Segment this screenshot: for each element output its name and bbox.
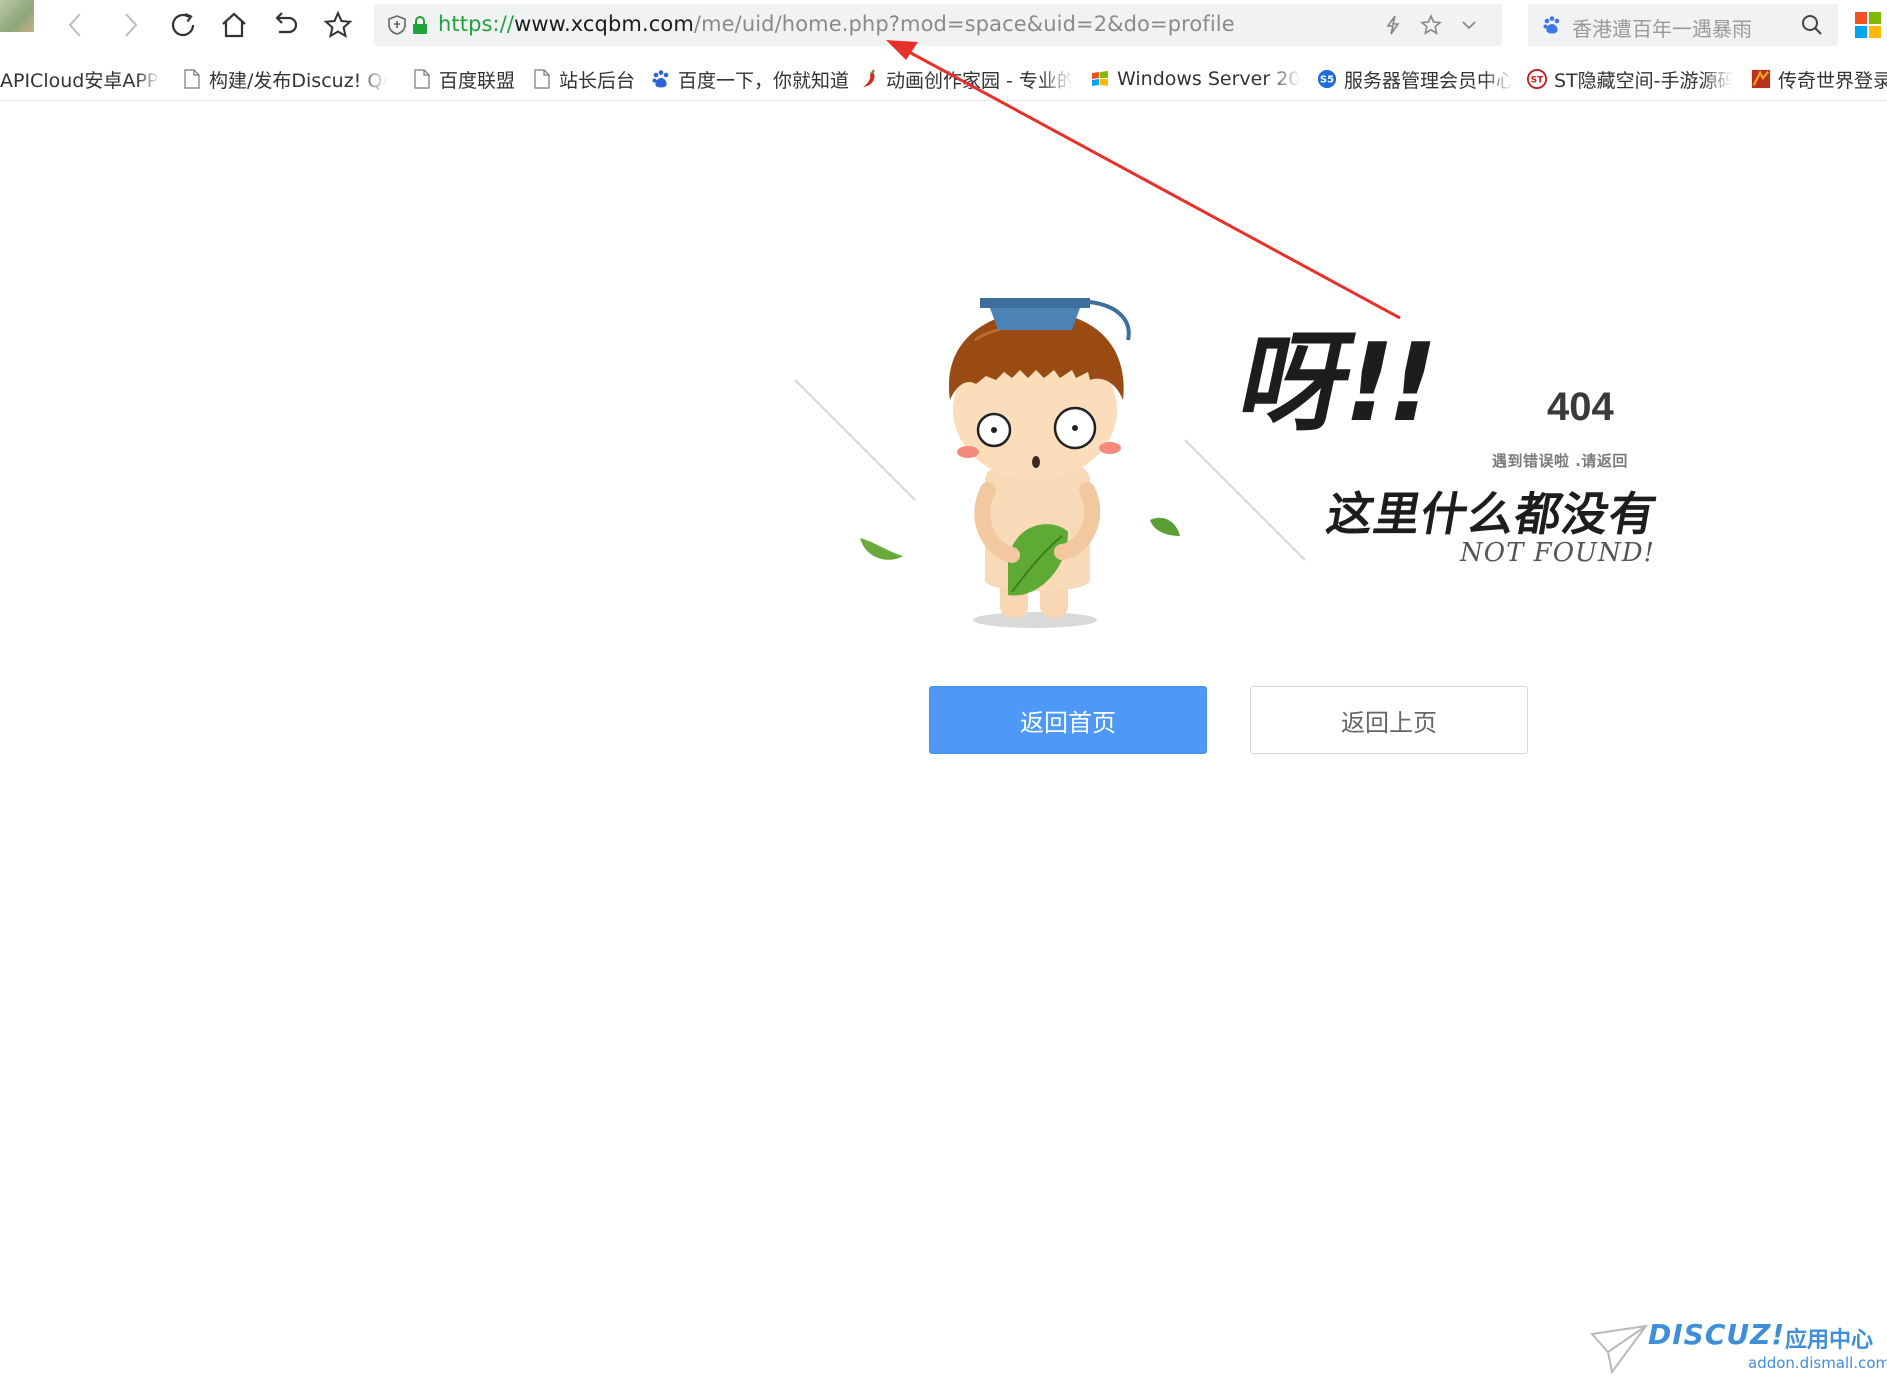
profile-avatar[interactable] [0, 0, 34, 32]
s5-icon: S5 [1317, 68, 1337, 90]
url-text[interactable]: https://www.xcqbm.com/me/uid/home.php?mo… [438, 12, 1235, 36]
shield-icon[interactable] [386, 14, 408, 36]
url-scheme: https:// [438, 12, 515, 36]
svg-text:ST: ST [1531, 76, 1545, 86]
reload-icon[interactable] [163, 5, 203, 45]
bookmark-item[interactable]: 百度一下，你就知道 [651, 65, 851, 93]
back-to-home-button[interactable]: 返回首页 [929, 686, 1207, 754]
page-icon [532, 68, 552, 90]
legend-icon [1751, 68, 1771, 90]
lock-icon [413, 16, 427, 34]
back-to-previous-button[interactable]: 返回上页 [1250, 686, 1528, 754]
error-illustration: 呀!! 404 遇到错误啦 .请返回 这里什么都没有 NOT FOUND! [790, 280, 1661, 630]
bookmark-item[interactable]: Windows Server 200 [1090, 65, 1300, 93]
search-box[interactable]: 香港遭百年一遇暴雨 [1528, 4, 1838, 46]
search-icon[interactable] [1800, 13, 1824, 37]
bookmark-item[interactable]: S5 服务器管理会员中心 [1317, 65, 1513, 93]
headline-exclamation: 呀!! [1228, 321, 1444, 446]
bookmark-star-icon[interactable] [1420, 14, 1442, 36]
bookmark-item[interactable]: 动画创作家园 - 专业的 [859, 65, 1073, 93]
page-icon [182, 68, 202, 90]
error-subtitle: 遇到错误啦 .请返回 [1492, 452, 1628, 470]
favorite-star-icon[interactable] [318, 5, 358, 45]
bookmark-label: 传奇世界登录 [1778, 69, 1887, 92]
bookmark-label: 服务器管理会员中心 [1344, 69, 1513, 92]
home-icon[interactable] [214, 5, 254, 45]
bookmark-label: ST隐藏空间-手游源码 [1554, 69, 1733, 92]
page-icon [412, 68, 432, 90]
bookmark-item[interactable]: 构建/发布Discuz! Q小 [182, 65, 388, 93]
lightning-icon[interactable] [1382, 14, 1404, 36]
svg-text:S5: S5 [1320, 75, 1334, 86]
url-path: /me/uid/home.php?mod=space&uid=2&do=prof… [693, 12, 1235, 36]
bookmark-item[interactable]: 站长后台 [532, 65, 642, 93]
chevron-down-icon[interactable] [1458, 14, 1480, 36]
bookmark-label: 动画创作家园 - 专业的 [886, 69, 1073, 92]
bookmark-label: 百度联盟 [439, 69, 516, 92]
bookmark-label: 百度一下，你就知道 [678, 69, 850, 92]
bookmark-item[interactable]: 百度联盟 [412, 65, 522, 93]
forward-icon[interactable] [110, 5, 150, 45]
bookmark-item[interactable]: 传奇世界登录 [1751, 65, 1887, 93]
bookmark-label: Windows Server 200 [1117, 68, 1300, 90]
baidu-paw-icon [651, 68, 671, 90]
paper-plane-icon [1590, 1324, 1649, 1374]
bookmark-item[interactable]: ST ST隐藏空间-手游源码 [1527, 65, 1733, 93]
watermark: DISCUZ! 应用中心 addon.dismall.com [1590, 1318, 1887, 1378]
bookmark-item[interactable]: APICloud安卓APP多 [0, 65, 160, 93]
watermark-brand: DISCUZ! [1648, 1318, 1786, 1351]
windows-flag-icon [1090, 68, 1110, 90]
error-code: 404 [1547, 385, 1614, 429]
watermark-domain: addon.dismall.com [1748, 1354, 1887, 1372]
undo-close-tab-icon[interactable] [265, 5, 305, 45]
st-icon: ST [1527, 68, 1547, 90]
bookmark-label: APICloud安卓APP多 [0, 69, 160, 92]
windows-logo-icon[interactable] [1855, 12, 1881, 38]
watermark-app: 应用中心 [1785, 1328, 1874, 1353]
bookmarks-bar: APICloud安卓APP多 构建/发布Discuz! Q小 百度联盟 站长后台… [0, 58, 1887, 101]
url-host: www.xcqbm.com [514, 12, 694, 36]
baidu-paw-icon [1543, 16, 1560, 34]
search-input[interactable]: 香港遭百年一遇暴雨 [1572, 13, 1752, 42]
address-bar[interactable]: https://www.xcqbm.com/me/uid/home.php?mo… [374, 4, 1502, 46]
bookmark-label: 站长后台 [559, 69, 636, 92]
chili-icon [859, 68, 879, 90]
browser-toolbar: https://www.xcqbm.com/me/uid/home.php?mo… [0, 0, 1887, 50]
error-message: 这里什么都没有 [1322, 487, 1662, 541]
bookmark-label: 构建/发布Discuz! Q小 [209, 69, 388, 92]
back-icon[interactable] [56, 5, 96, 45]
error-message-en: NOT FOUND! [1460, 538, 1655, 568]
